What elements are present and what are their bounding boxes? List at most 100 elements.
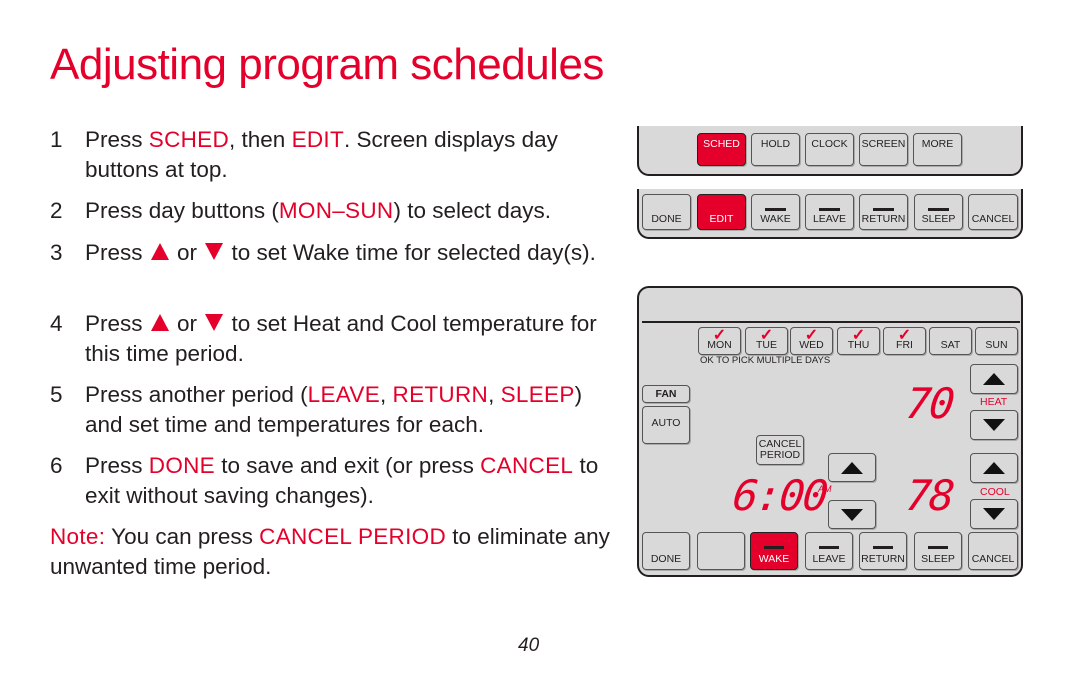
- done-key: DONE: [148, 453, 215, 478]
- note-label: Note:: [50, 524, 106, 549]
- up-arrow-icon: [150, 314, 169, 331]
- button-label: SAT: [940, 339, 961, 351]
- cancel-key: CANCEL: [480, 453, 574, 478]
- period-bar-icon: [873, 208, 894, 211]
- screen-button[interactable]: SCREEN: [859, 133, 908, 166]
- edit-key: EDIT: [291, 127, 345, 152]
- text: Press: [85, 240, 149, 265]
- leave-button[interactable]: LEAVE: [805, 194, 854, 230]
- cancel-period-button[interactable]: CANCEL PERIOD: [756, 435, 804, 465]
- step-number: 3: [50, 240, 63, 265]
- done-button[interactable]: DONE: [642, 532, 690, 570]
- period-bar-icon: [928, 208, 949, 211]
- page-number: 40: [518, 635, 540, 656]
- checkmark-icon: ✓: [759, 327, 774, 344]
- heat-down-button[interactable]: [970, 410, 1018, 440]
- down-arrow-icon: [983, 508, 1005, 520]
- text: Press another period (: [85, 382, 308, 407]
- down-arrow-icon: [841, 508, 863, 521]
- time-up-button[interactable]: [828, 453, 876, 482]
- fan-label: FAN: [642, 385, 690, 403]
- time-display: 6:00: [730, 471, 829, 520]
- button-label: SLEEP: [921, 213, 956, 225]
- sleep-button[interactable]: SLEEP: [914, 532, 962, 570]
- label: PERIOD: [759, 449, 801, 461]
- sleep-button[interactable]: SLEEP: [914, 194, 963, 230]
- button-label: CLOCK: [811, 138, 848, 150]
- step-1: 1 Press SCHED, then EDIT. Screen displays…: [50, 125, 610, 184]
- clock-button[interactable]: CLOCK: [805, 133, 854, 166]
- day-button-sat[interactable]: SAT: [929, 327, 972, 355]
- button-label: CANCEL: [971, 213, 1015, 225]
- fan-mode: AUTO: [651, 417, 681, 429]
- day-button-thu[interactable]: THU ✓: [837, 327, 880, 355]
- divider: [642, 321, 1020, 323]
- day-button-tue[interactable]: TUE ✓: [745, 327, 788, 355]
- fan-auto-button[interactable]: AUTO: [642, 406, 690, 444]
- button-label: CANCEL: [971, 553, 1015, 565]
- button-label: DONE: [651, 213, 682, 225]
- button-label: LEAVE: [812, 553, 846, 565]
- text: Press: [85, 453, 149, 478]
- ampm-indicator: AM: [818, 484, 832, 494]
- button-label: LEAVE: [812, 213, 847, 225]
- text: Press day buttons (: [85, 198, 279, 223]
- days-key: MON–SUN: [278, 198, 394, 223]
- step-number: 1: [50, 127, 63, 152]
- button-label: EDIT: [709, 213, 734, 225]
- hold-button[interactable]: HOLD: [751, 133, 800, 166]
- day-button-sun[interactable]: SUN: [975, 327, 1018, 355]
- text: or: [170, 240, 204, 265]
- step-text: Press another period (LEAVE, RETURN, SLE…: [85, 380, 610, 439]
- wake-button[interactable]: WAKE: [750, 532, 798, 570]
- return-button[interactable]: RETURN: [859, 194, 908, 230]
- button-label: SCREEN: [861, 138, 906, 150]
- return-button[interactable]: RETURN: [859, 532, 907, 570]
- cool-up-button[interactable]: [970, 453, 1018, 483]
- edit-button[interactable]: EDIT: [697, 194, 746, 230]
- more-button[interactable]: MORE: [913, 133, 962, 166]
- day-button-wed[interactable]: WED ✓: [790, 327, 833, 355]
- page-title: Adjusting program schedules: [50, 40, 604, 89]
- fan-text: FAN: [655, 388, 677, 400]
- step-text: Press DONE to save and exit (or press CA…: [85, 451, 610, 510]
- down-arrow-icon: [205, 243, 224, 260]
- time-down-button[interactable]: [828, 500, 876, 529]
- period-bar-icon: [765, 208, 786, 211]
- sched-button[interactable]: SCHED: [697, 133, 746, 166]
- text: ) to select days.: [393, 198, 552, 223]
- step-text: Press or to set Wake time for selected d…: [85, 238, 610, 268]
- step-3: 3 Press or to set Wake time for selected …: [50, 238, 610, 268]
- cancel-button[interactable]: CANCEL: [968, 194, 1018, 230]
- day-button-mon[interactable]: MON ✓: [698, 327, 741, 355]
- multi-day-hint: OK TO PICK MULTIPLE DAYS: [700, 355, 831, 366]
- step-text: Press SCHED, then EDIT. Screen displays …: [85, 125, 610, 184]
- step-number: 6: [50, 453, 63, 478]
- blank-button[interactable]: [697, 532, 745, 570]
- note: Note: You can press CANCEL PERIOD to eli…: [50, 522, 610, 581]
- day-button-fri[interactable]: FRI ✓: [883, 327, 926, 355]
- button-label: SCHED: [703, 138, 740, 150]
- heat-label: HEAT: [980, 396, 1008, 408]
- sched-key: SCHED: [148, 127, 230, 152]
- checkmark-icon: ✓: [851, 327, 866, 344]
- cancel-button[interactable]: CANCEL: [968, 532, 1018, 570]
- step-number: 4: [50, 311, 63, 336]
- down-arrow-icon: [983, 419, 1005, 431]
- button-label: SUN: [985, 339, 1008, 351]
- heat-setpoint: 70: [903, 379, 956, 428]
- step-number: 2: [50, 198, 63, 223]
- wake-button[interactable]: WAKE: [751, 194, 800, 230]
- button-label: HOLD: [760, 138, 791, 150]
- cool-down-button[interactable]: [970, 499, 1018, 529]
- text: You can press: [105, 524, 260, 549]
- leave-button[interactable]: LEAVE: [805, 532, 853, 570]
- step-6: 6 Press DONE to save and exit (or press C…: [50, 451, 610, 510]
- leave-key: LEAVE: [307, 382, 380, 407]
- heat-up-button[interactable]: [970, 364, 1018, 394]
- step-2: 2 Press day buttons (MON–SUN) to select d…: [50, 196, 610, 226]
- done-button[interactable]: DONE: [642, 194, 691, 230]
- button-label: WAKE: [758, 553, 790, 565]
- button-label: RETURN: [861, 213, 906, 225]
- up-arrow-icon: [841, 461, 863, 474]
